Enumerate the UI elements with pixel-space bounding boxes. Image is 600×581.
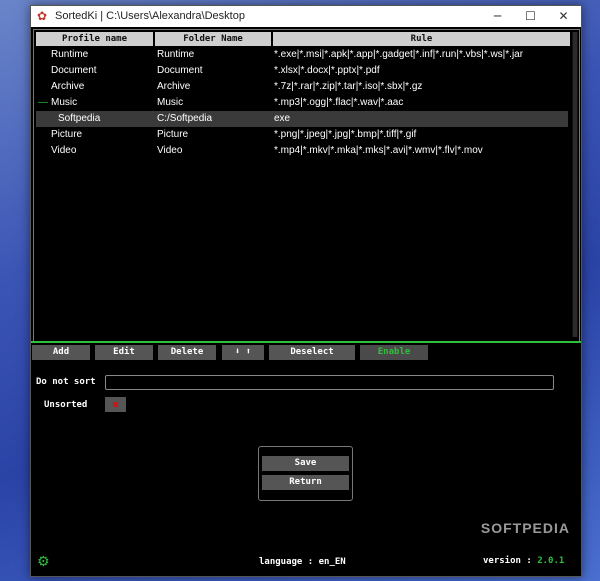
- unsorted-toggle[interactable]: [105, 397, 126, 412]
- unsorted-label: Unsorted: [44, 400, 88, 410]
- row-profile: Archive: [51, 81, 85, 92]
- table-row[interactable]: — Music Music *.mp3|*.ogg|*.flac|*.wav|*…: [36, 95, 568, 111]
- column-header-folder[interactable]: Folder Name: [155, 32, 271, 46]
- version-label-text: version :: [483, 556, 532, 566]
- do-not-sort-input[interactable]: [105, 375, 554, 390]
- language-indicator[interactable]: language : en_EN: [259, 557, 346, 567]
- row-folder: Video: [157, 145, 183, 156]
- row-rule: exe: [274, 113, 291, 124]
- row-rule: *.7z|*.rar|*.zip|*.tar|*.iso|*.sbx|*.gz: [274, 81, 423, 92]
- row-folder: Picture: [157, 129, 189, 140]
- row-rule: *.png|*.jpeg|*.jpg|*.bmp|*.tiff|*.gif: [274, 129, 417, 140]
- move-up-down-button[interactable]: ⬇ ⬆: [222, 345, 264, 360]
- edit-button[interactable]: Edit: [95, 345, 153, 360]
- minimize-button[interactable]: ─: [481, 6, 514, 27]
- delete-button[interactable]: Delete: [158, 345, 216, 360]
- row-rule: *.mp4|*.mkv|*.mka|*.mks|*.avi|*.wmv|*.fl…: [274, 145, 483, 156]
- accent-divider: [31, 341, 581, 343]
- row-folder: Music: [157, 97, 184, 108]
- profiles-table: Profile name Folder Name Rule Runtime Ru…: [33, 29, 580, 342]
- column-header-rule[interactable]: Rule: [273, 32, 570, 46]
- row-profile: Music: [51, 97, 78, 108]
- table-row[interactable]: Archive Archive *.7z|*.rar|*.zip|*.tar|*…: [36, 79, 568, 95]
- row-rule: *.xlsx|*.docx|*.pptx|*.pdf: [274, 65, 380, 76]
- row-folder: C:/Softpedia: [157, 113, 213, 124]
- table-scrollbar[interactable]: [572, 32, 578, 337]
- table-row-selected[interactable]: Softpedia C:/Softpedia exe: [36, 111, 568, 127]
- table-row[interactable]: Runtime Runtime *.exe|*.msi|*.apk|*.app|…: [36, 47, 568, 63]
- softpedia-watermark: SOFTPEDIA: [480, 520, 570, 536]
- enable-button[interactable]: Enable: [360, 345, 428, 360]
- row-profile: Softpedia: [58, 113, 101, 124]
- row-folder: Runtime: [157, 49, 195, 60]
- window-title: SortedKi | C:\Users\Alexandra\Desktop: [55, 10, 245, 22]
- row-folder: Archive: [157, 81, 191, 92]
- row-rule: *.mp3|*.ogg|*.flac|*.wav|*.aac: [274, 97, 404, 108]
- table-row[interactable]: Picture Picture *.png|*.jpeg|*.jpg|*.bmp…: [36, 127, 568, 143]
- row-profile: Picture: [51, 129, 83, 140]
- row-profile: Video: [51, 145, 77, 156]
- app-logo-icon: ✿: [37, 9, 48, 23]
- table-row[interactable]: Video Video *.mp4|*.mkv|*.mka|*.mks|*.av…: [36, 143, 568, 159]
- save-return-popup: Save Return: [258, 446, 353, 501]
- version-number: 2.0.1: [537, 556, 565, 566]
- close-button[interactable]: ✕: [547, 6, 580, 27]
- return-button[interactable]: Return: [262, 475, 349, 490]
- deselect-button[interactable]: Deselect: [269, 345, 355, 360]
- save-button[interactable]: Save: [262, 456, 349, 471]
- column-header-profile[interactable]: Profile name: [36, 32, 153, 46]
- row-rule: *.exe|*.msi|*.apk|*.app|*.gadget|*.inf|*…: [274, 49, 524, 60]
- row-profile: Document: [51, 65, 97, 76]
- row-expand-marker[interactable]: —: [38, 95, 48, 111]
- table-row[interactable]: Document Document *.xlsx|*.docx|*.pptx|*…: [36, 63, 568, 79]
- do-not-sort-label: Do not sort: [36, 377, 96, 387]
- table-scrollbar-thumb[interactable]: [573, 32, 577, 337]
- maximize-button[interactable]: ☐: [514, 6, 547, 27]
- gear-icon[interactable]: ⚙: [37, 555, 51, 569]
- unsorted-status-indicator: [113, 402, 118, 407]
- add-button[interactable]: Add: [32, 345, 90, 360]
- version-label: version : 2.0.1: [483, 556, 564, 566]
- title-bar: ✿ SortedKi | C:\Users\Alexandra\Desktop …: [31, 6, 581, 27]
- table-header: Profile name Folder Name Rule: [36, 32, 574, 46]
- row-folder: Document: [157, 65, 203, 76]
- row-profile: Runtime: [51, 49, 89, 60]
- app-window: ✿ SortedKi | C:\Users\Alexandra\Desktop …: [30, 5, 582, 577]
